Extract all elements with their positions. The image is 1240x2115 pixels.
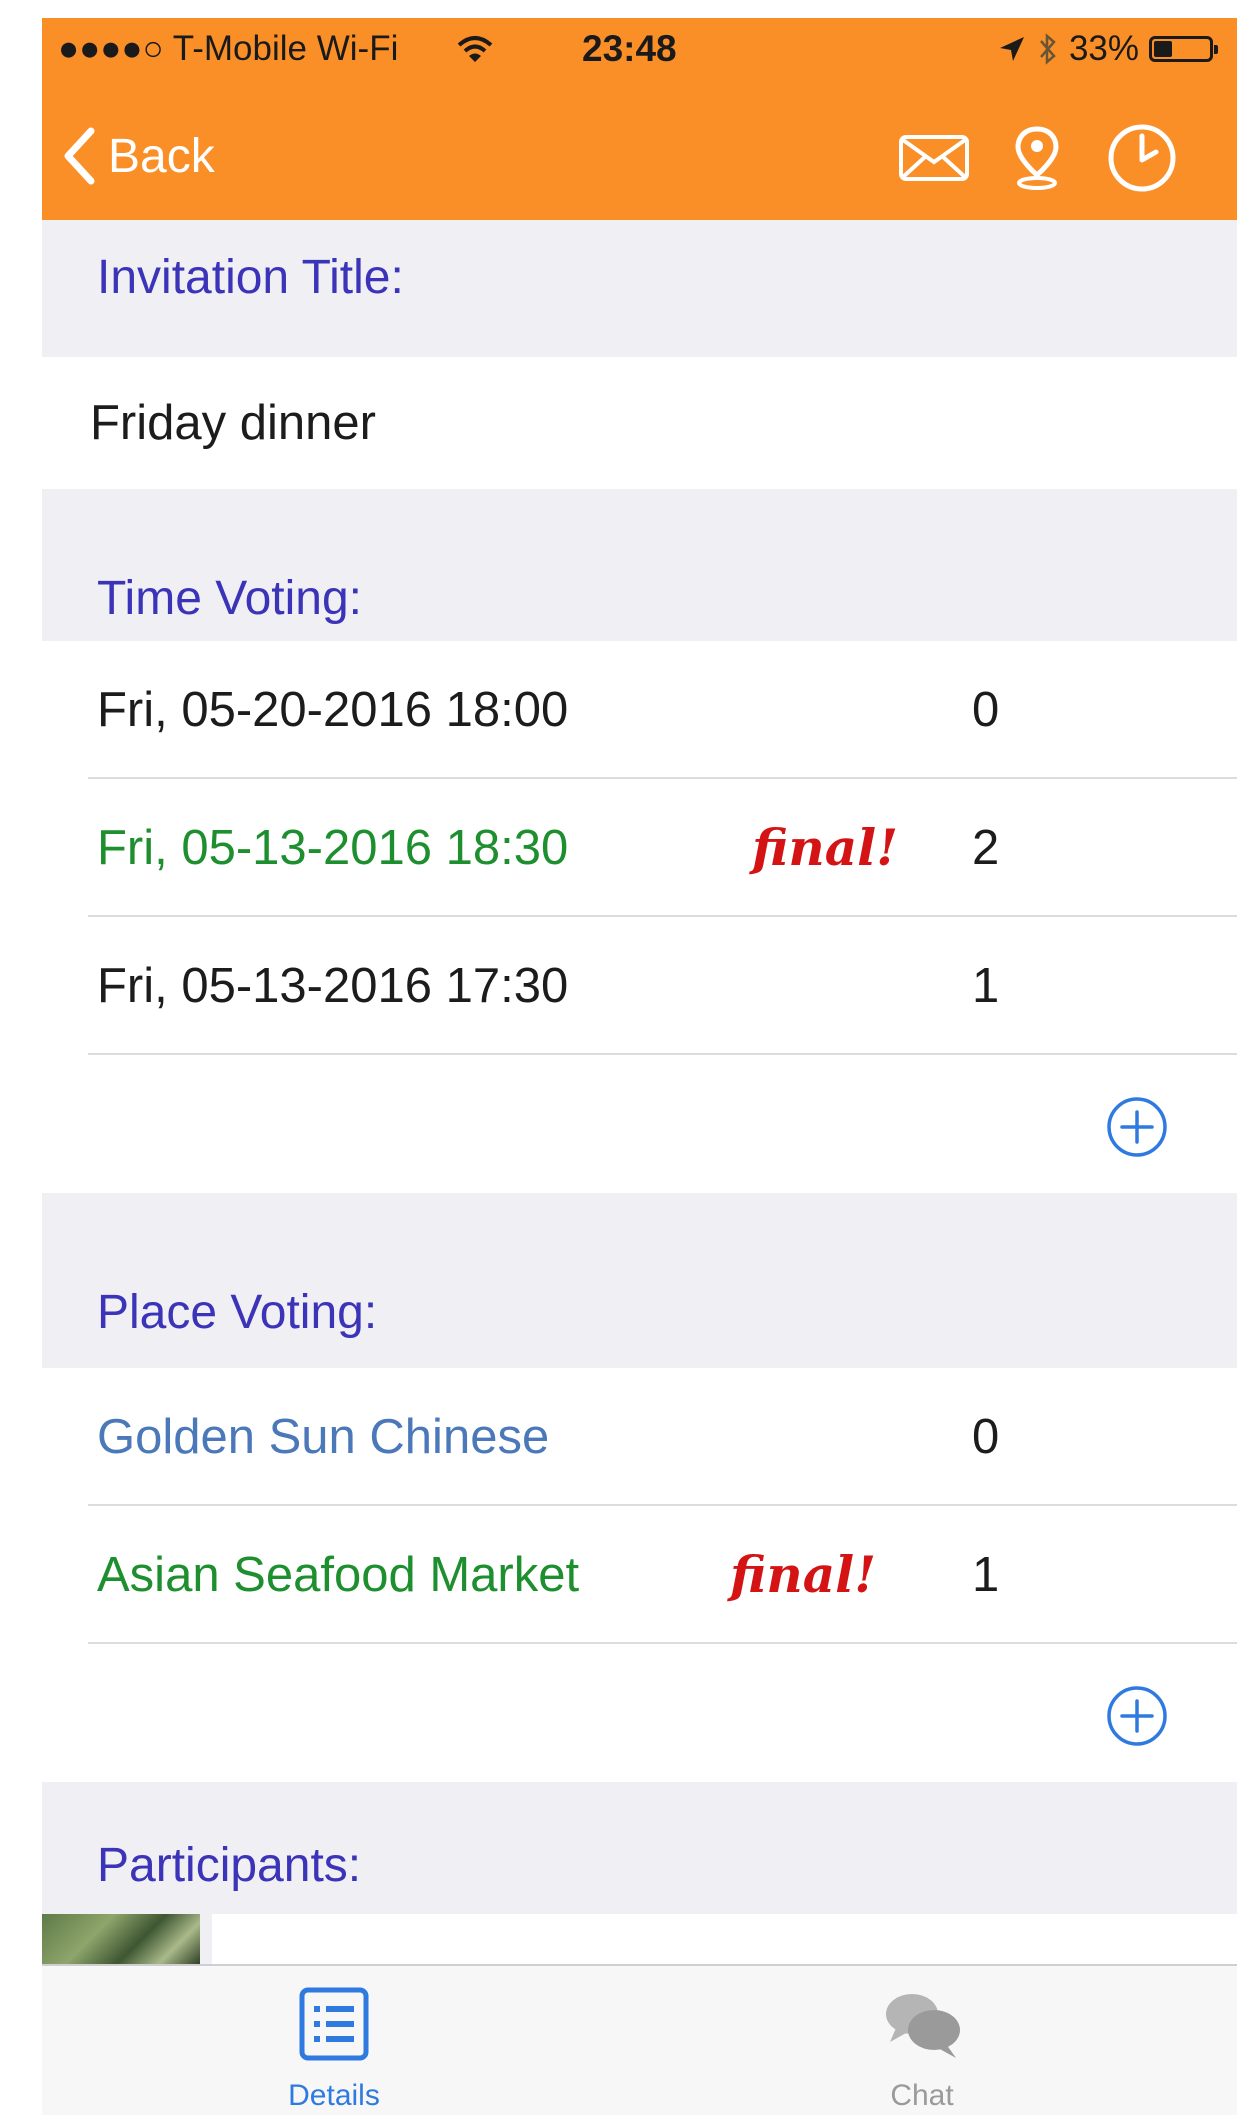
place-option-row-final[interactable]: Asian Seafood Market final! 1 <box>42 1506 1237 1644</box>
mail-icon[interactable] <box>894 118 974 198</box>
place-option-row[interactable]: Golden Sun Chinese 0 <box>42 1368 1237 1506</box>
location-pin-icon[interactable] <box>997 118 1077 198</box>
vote-count: 2 <box>972 821 1000 875</box>
back-label: Back <box>108 129 215 183</box>
time-option-row[interactable]: Fri, 05-20-2016 18:00 0 <box>42 641 1237 779</box>
time-option-label: Fri, 05-20-2016 18:00 <box>97 683 569 737</box>
final-badge: final! <box>752 818 899 877</box>
participant-row <box>212 1914 1237 1964</box>
time-option-label: Fri, 05-13-2016 18:30 <box>97 821 569 875</box>
time-voting-header: Time Voting: <box>42 489 1237 641</box>
vote-count: 0 <box>972 1410 1000 1464</box>
section-header-label: Participants: <box>97 1839 362 1892</box>
chevron-left-icon <box>64 127 95 185</box>
add-time-row <box>42 1055 1237 1193</box>
app-screen: ●●●●○ T-Mobile Wi-Fi 23:48 33% Back Invi… <box>42 18 1237 2115</box>
section-header-label: Place Voting: <box>97 1286 378 1339</box>
participant-avatar[interactable] <box>42 1914 200 1964</box>
status-right-group: 33% <box>997 26 1218 72</box>
tab-label: Chat <box>890 2079 954 2112</box>
time-option-row[interactable]: Fri, 05-13-2016 17:30 1 <box>42 917 1237 1055</box>
section-header-label: Time Voting: <box>97 572 363 625</box>
tab-label: Details <box>288 2079 380 2112</box>
status-time: 23:48 <box>582 28 677 69</box>
time-option-label: Fri, 05-13-2016 17:30 <box>97 959 569 1013</box>
final-badge: final! <box>730 1545 877 1604</box>
tab-bar: Details Chat <box>42 1964 1237 2115</box>
time-option-row-final[interactable]: Fri, 05-13-2016 18:30 final! 2 <box>42 779 1237 917</box>
place-option-label: Asian Seafood Market <box>97 1548 580 1602</box>
place-option-label[interactable]: Golden Sun Chinese <box>97 1368 549 1506</box>
location-arrow-icon <box>999 37 1024 61</box>
status-carrier: ●●●●○ T-Mobile Wi-Fi <box>58 29 399 68</box>
vote-count: 1 <box>972 1548 1000 1602</box>
battery-percent: 33% <box>1068 29 1139 68</box>
tab-chat[interactable]: Chat <box>772 1966 1072 2115</box>
tab-details[interactable]: Details <box>184 1966 484 2115</box>
clock-icon[interactable] <box>1102 118 1182 198</box>
invitation-title-row[interactable]: Friday dinner <box>42 357 1237 489</box>
back-button[interactable]: Back <box>62 116 215 196</box>
chat-bubbles-icon <box>886 1994 960 2058</box>
section-header-label: Invitation Title: <box>97 251 404 304</box>
wifi-icon <box>457 36 493 62</box>
list-icon <box>299 1987 369 2061</box>
participants-header: Participants: <box>42 1782 1237 1914</box>
vote-count: 0 <box>972 683 1000 737</box>
invitation-title-value: Friday dinner <box>90 396 376 450</box>
add-place-button[interactable] <box>1105 1684 1169 1748</box>
battery-icon <box>1149 36 1218 62</box>
bluetooth-icon <box>1039 33 1056 65</box>
invitation-title-header: Invitation Title: <box>42 220 1237 357</box>
add-place-row <box>42 1644 1237 1782</box>
place-voting-header: Place Voting: <box>42 1193 1237 1368</box>
add-time-button[interactable] <box>1105 1095 1169 1159</box>
vote-count: 1 <box>972 959 1000 1013</box>
navigation-bar: ●●●●○ T-Mobile Wi-Fi 23:48 33% Back <box>42 18 1237 220</box>
